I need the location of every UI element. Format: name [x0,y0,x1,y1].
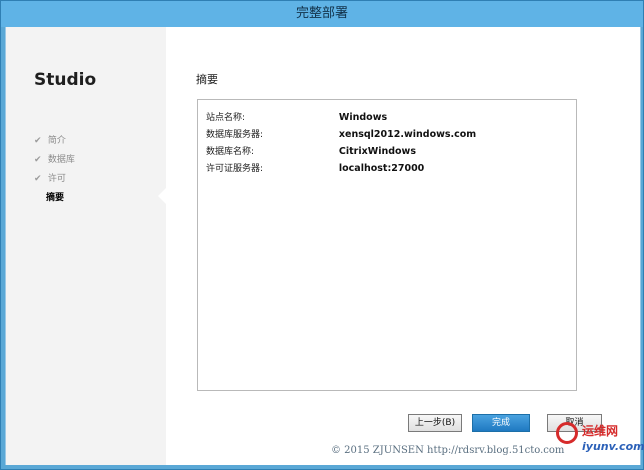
section-title: 摘要 [196,73,218,86]
summary-value: localhost:27000 [338,163,425,174]
summary-label: 站点名称: [206,113,246,123]
check-icon: ✔ [34,136,42,146]
summary-row: 数据库名称: CitrixWindows [206,144,416,157]
main-panel: 摘要 站点名称: Windows 数据库服务器: xensql2012.wind… [166,27,640,465]
summary-row: 许可证服务器: localhost:27000 [206,161,424,174]
step-label: 简介 [47,136,66,146]
window-title: 完整部署 [295,6,348,21]
step-item-database[interactable]: ✔ 数据库 [34,151,75,170]
summary-box: 站点名称: Windows 数据库服务器: xensql2012.windows… [197,99,577,391]
summary-value: xensql2012.windows.com [338,129,477,140]
summary-value: Windows [338,112,388,123]
watermark-text: © 2015 ZJUNSEN http://rdsrv.blog.51cto.c… [331,445,565,456]
logo-line1: 运维网 [582,424,619,438]
step-item-summary[interactable]: 摘要 [46,189,75,208]
site-logo: 运维网 iyunv.com [556,416,644,464]
logo-ring-icon [556,422,578,444]
summary-value: CitrixWindows [338,146,416,157]
app-name: Studio [34,70,97,90]
step-label: 数据库 [47,155,75,165]
finish-button[interactable]: 完成 [472,414,530,432]
back-button[interactable]: 上一步(B) [408,414,462,432]
step-label: 许可 [47,174,66,184]
summary-row: 站点名称: Windows [206,110,387,123]
summary-row: 数据库服务器: xensql2012.windows.com [206,127,476,140]
step-item-intro[interactable]: ✔ 简介 [34,132,75,151]
check-icon: ✔ [34,155,42,165]
step-nav: ✔ 简介 ✔ 数据库 ✔ 许可 摘要 [34,132,75,208]
step-item-license[interactable]: ✔ 许可 [34,170,75,189]
step-label: 摘要 [46,193,65,203]
check-icon: ✔ [34,174,42,184]
window-titlebar: 完整部署 [1,1,643,27]
summary-label: 数据库服务器: [206,130,264,140]
dialog-content: Studio ✔ 简介 ✔ 数据库 ✔ 许可 摘要 摘要 站点名称: Windo… [5,27,641,465]
summary-label: 数据库名称: [206,147,255,157]
sidebar: Studio ✔ 简介 ✔ 数据库 ✔ 许可 摘要 [6,27,166,465]
logo-line2: iyunv.com [582,440,644,453]
active-step-pointer [158,188,166,204]
summary-label: 许可证服务器: [206,164,264,174]
